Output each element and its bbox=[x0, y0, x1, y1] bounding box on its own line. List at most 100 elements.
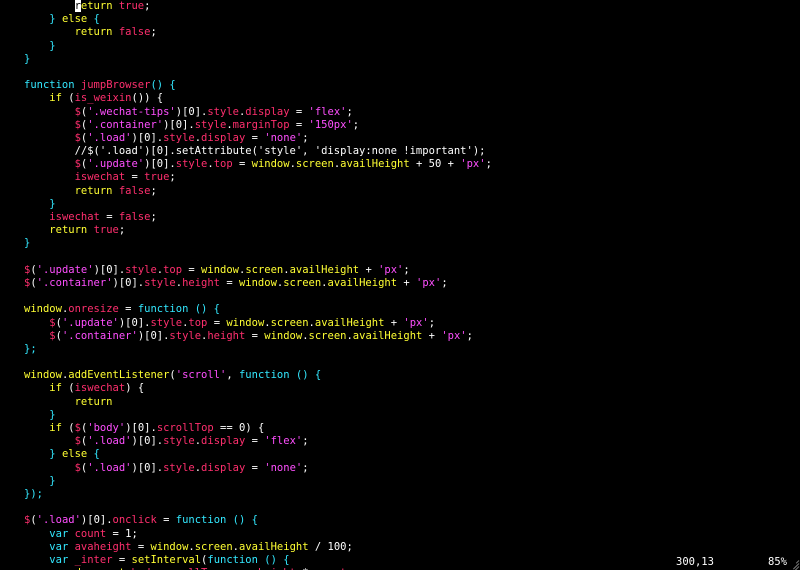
resize-grip-icon[interactable] bbox=[789, 559, 800, 570]
code-line[interactable]: return true; bbox=[24, 0, 794, 13]
code-token: = bbox=[245, 329, 265, 342]
code-token: 'px' bbox=[416, 276, 442, 289]
code-line[interactable]: return true; bbox=[24, 224, 794, 237]
code-line[interactable]: } bbox=[24, 237, 794, 250]
code-line[interactable] bbox=[24, 356, 794, 369]
code-line[interactable]: } bbox=[24, 198, 794, 211]
code-token: 'px' bbox=[378, 263, 404, 276]
code-line[interactable]: return bbox=[24, 396, 794, 409]
code-token: true bbox=[93, 224, 119, 237]
code-token: = bbox=[131, 540, 151, 553]
code-line[interactable]: return false; bbox=[24, 26, 794, 39]
code-line[interactable] bbox=[24, 66, 794, 79]
code-token: () { bbox=[226, 514, 258, 527]
code-token: = bbox=[207, 316, 227, 329]
code-token: ()) { bbox=[131, 92, 164, 105]
code-token: '.update' bbox=[87, 158, 145, 171]
code-token: = bbox=[125, 171, 145, 184]
code-token: style bbox=[144, 276, 176, 289]
code-line[interactable] bbox=[24, 251, 794, 264]
code-line[interactable]: $('.container')[0].style.marginTop = '15… bbox=[24, 119, 794, 132]
code-token: return bbox=[74, 395, 113, 408]
code-token: '.update' bbox=[36, 263, 94, 276]
code-line[interactable]: function jumpBrowser() { bbox=[24, 79, 794, 92]
code-token: if bbox=[49, 92, 62, 105]
code-line[interactable]: var count = 1; bbox=[24, 528, 794, 541]
code-line[interactable]: var avaheight = window.screen.availHeigh… bbox=[24, 541, 794, 554]
code-line[interactable]: } else { bbox=[24, 13, 794, 26]
code-token: 'scroll' bbox=[175, 369, 227, 382]
code-line[interactable]: window.addEventListener('scroll', functi… bbox=[24, 369, 794, 382]
code-line[interactable]: if ($('body')[0].scrollTop == 0) { bbox=[24, 422, 794, 435]
code-line[interactable]: } bbox=[24, 40, 794, 53]
code-token: ; bbox=[150, 26, 157, 39]
code-token: = bbox=[245, 131, 265, 144]
code-token: var bbox=[49, 527, 69, 540]
code-line[interactable]: } bbox=[24, 475, 794, 488]
code-buffer[interactable]: return true; } else { return false; }} fu… bbox=[24, 0, 794, 570]
code-line[interactable]: iswechat = false; bbox=[24, 211, 794, 224]
code-token: scrollTop bbox=[156, 422, 214, 434]
code-line[interactable]: $('.load')[0].style.display = 'none'; bbox=[24, 132, 794, 145]
code-token: style bbox=[163, 435, 195, 448]
code-token: window bbox=[150, 540, 189, 553]
code-token: )[0]. bbox=[125, 422, 157, 434]
code-token: function bbox=[175, 514, 227, 527]
code-token: ) { bbox=[125, 382, 145, 395]
code-line[interactable]: if (iswechat) { bbox=[24, 382, 794, 395]
code-line[interactable]: $('.load')[0].style.display = 'flex'; bbox=[24, 435, 794, 448]
code-line[interactable]: }; bbox=[24, 343, 794, 356]
code-line[interactable]: $('.update')[0].style.top = window.scree… bbox=[24, 317, 794, 330]
code-line[interactable]: $('.container')[0].style.height = window… bbox=[24, 330, 794, 343]
code-token: ; bbox=[118, 224, 126, 237]
code-token: display bbox=[201, 435, 246, 448]
code-token: 'px' bbox=[403, 316, 429, 329]
code-line[interactable]: $('.container')[0].style.height = window… bbox=[24, 277, 794, 290]
code-line[interactable]: } else { bbox=[24, 448, 794, 461]
cursor-position: 300,13 bbox=[676, 556, 714, 568]
code-token: ( bbox=[61, 422, 75, 434]
code-token: height bbox=[182, 276, 220, 289]
code-line[interactable]: } bbox=[24, 53, 794, 66]
code-token: top bbox=[213, 158, 233, 171]
code-token: { bbox=[87, 448, 100, 461]
code-token: = bbox=[118, 303, 138, 316]
code-line[interactable]: $('.update')[0].style.top = window.scree… bbox=[24, 264, 794, 277]
code-token: '.container' bbox=[87, 118, 164, 131]
code-token: ; bbox=[144, 0, 151, 12]
code-line[interactable]: window.onresize = function () { bbox=[24, 303, 794, 316]
code-line[interactable]: $('.update')[0].style.top = window.scree… bbox=[24, 158, 794, 171]
code-token: window bbox=[201, 263, 239, 276]
code-token: } bbox=[24, 474, 56, 487]
code-token: = bbox=[245, 461, 265, 474]
code-line[interactable]: if (is_weixin()) { bbox=[24, 92, 794, 105]
code-token: } bbox=[24, 52, 31, 65]
code-token: eturn bbox=[80, 0, 119, 12]
code-line[interactable]: }); bbox=[24, 488, 794, 501]
code-line[interactable]: $('.load')[0].style.display = 'none'; bbox=[24, 462, 794, 475]
code-token: = bbox=[232, 158, 252, 171]
code-token: )[0]. bbox=[163, 118, 195, 131]
code-line[interactable]: iswechat = true; bbox=[24, 171, 794, 184]
code-token: availHeight bbox=[314, 316, 385, 329]
code-line[interactable] bbox=[24, 290, 794, 303]
code-token: == 0) { bbox=[213, 422, 265, 434]
code-token: ; bbox=[485, 158, 492, 171]
code-token: )[0]. bbox=[137, 329, 170, 342]
code-token: avaheight bbox=[74, 540, 132, 553]
code-token: true bbox=[144, 171, 170, 184]
code-line[interactable] bbox=[24, 501, 794, 514]
code-line[interactable]: $('.wechat-tips')[0].style.display = 'fl… bbox=[24, 106, 794, 119]
code-line[interactable]: return false; bbox=[24, 185, 794, 198]
code-token: screen bbox=[283, 276, 322, 289]
code-line[interactable]: $('.load')[0].onclick = function () { bbox=[24, 514, 794, 527]
code-line[interactable]: } bbox=[24, 409, 794, 422]
code-token: availHeight bbox=[327, 276, 398, 289]
code-line[interactable]: //$('.load')[0].setAttribute('style', 'd… bbox=[24, 145, 794, 158]
code-token: ; bbox=[169, 171, 176, 184]
